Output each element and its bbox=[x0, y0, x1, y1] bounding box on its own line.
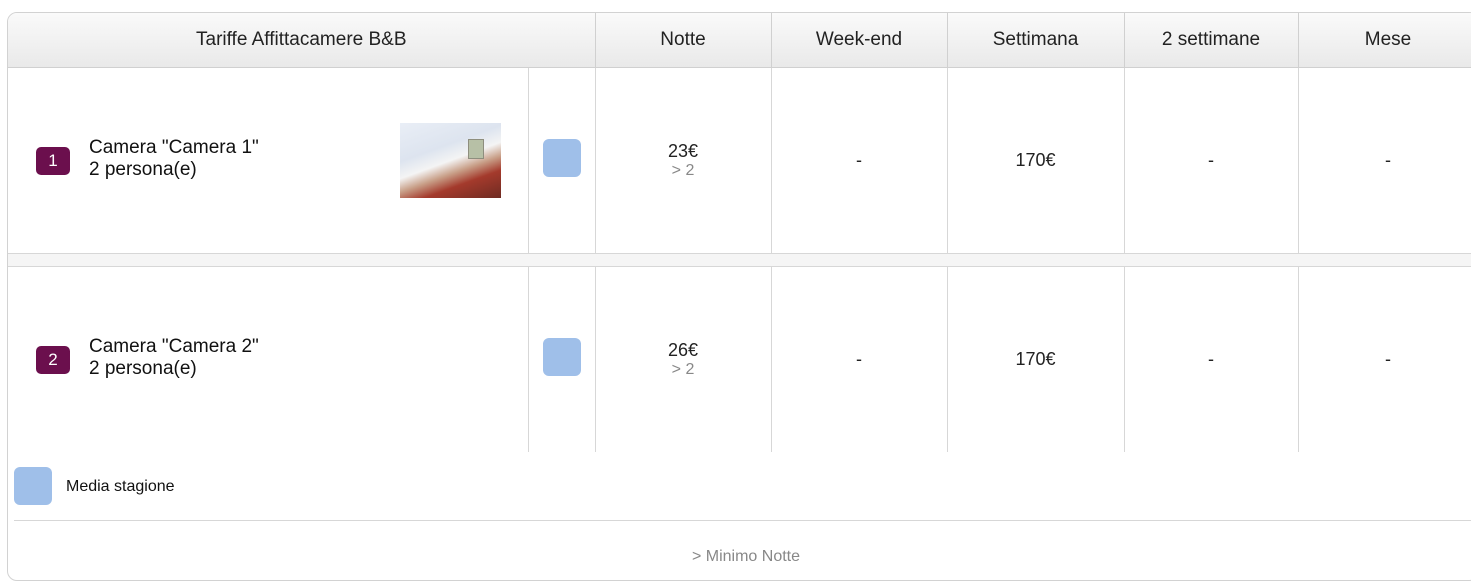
room-info: Camera "Camera 2" 2 persona(e) bbox=[89, 336, 259, 380]
price-notte: 26€ > 2 bbox=[595, 266, 772, 452]
column-header-mese: Mese bbox=[1298, 13, 1471, 68]
legend-season-swatch bbox=[14, 467, 52, 505]
price-weekend: - bbox=[771, 67, 948, 254]
price-notte: 23€ > 2 bbox=[595, 67, 772, 254]
season-color-swatch bbox=[542, 139, 581, 177]
room-name: Camera "Camera 2" bbox=[89, 335, 259, 357]
room-cell: 2 Camera "Camera 2" 2 persona(e) bbox=[8, 266, 529, 452]
column-header-2-settimane: 2 settimane bbox=[1124, 13, 1299, 68]
price-mese: - bbox=[1298, 266, 1471, 452]
room-cell: 1 Camera "Camera 1" 2 persona(e) bbox=[8, 67, 529, 254]
minimum-nights: > 2 bbox=[671, 161, 695, 179]
room-number-badge: 2 bbox=[36, 345, 70, 374]
column-header-weekend: Week-end bbox=[771, 13, 948, 68]
room-info: Camera "Camera 1" 2 persona(e) bbox=[89, 137, 259, 181]
table-row: 2 Camera "Camera 2" 2 persona(e) 26€ > 2… bbox=[8, 266, 1471, 452]
rates-table: Tariffe Affittacamere B&B Notte Week-end… bbox=[8, 13, 1471, 452]
season-cell bbox=[528, 266, 596, 452]
legend-season-label: Media stagione bbox=[66, 478, 175, 495]
column-header-settimana: Settimana bbox=[947, 13, 1125, 68]
minimum-nights: > 2 bbox=[671, 360, 695, 378]
price-mese: - bbox=[1298, 67, 1471, 254]
rates-panel: Tariffe Affittacamere B&B Notte Week-end… bbox=[7, 12, 1471, 581]
legend-divider bbox=[14, 520, 1471, 521]
season-cell bbox=[528, 67, 596, 254]
price-2-settimane: - bbox=[1124, 67, 1299, 254]
table-title: Tariffe Affittacamere B&B bbox=[8, 13, 596, 68]
price-weekend: - bbox=[771, 266, 948, 452]
room-capacity: 2 persona(e) bbox=[89, 158, 197, 180]
row-separator bbox=[8, 253, 1471, 267]
room-capacity: 2 persona(e) bbox=[89, 357, 197, 379]
price-value: 26€ bbox=[667, 339, 699, 360]
room-name: Camera "Camera 1" bbox=[89, 136, 259, 158]
room-photo[interactable] bbox=[400, 122, 501, 198]
price-2-settimane: - bbox=[1124, 266, 1299, 452]
wall-picture bbox=[468, 138, 484, 159]
minimum-nights-footnote: > Minimo Notte bbox=[691, 548, 801, 565]
price-settimana: 170€ bbox=[947, 67, 1125, 254]
column-header-notte: Notte bbox=[595, 13, 772, 68]
separator-cell bbox=[8, 253, 1471, 267]
season-color-swatch bbox=[542, 338, 581, 376]
table-row: 1 Camera "Camera 1" 2 persona(e) 23€ > 2… bbox=[8, 67, 1471, 254]
room-number-badge: 1 bbox=[36, 146, 70, 175]
price-value: 23€ bbox=[667, 140, 699, 161]
price-settimana: 170€ bbox=[947, 266, 1125, 452]
table-header-row: Tariffe Affittacamere B&B Notte Week-end… bbox=[8, 13, 1471, 68]
